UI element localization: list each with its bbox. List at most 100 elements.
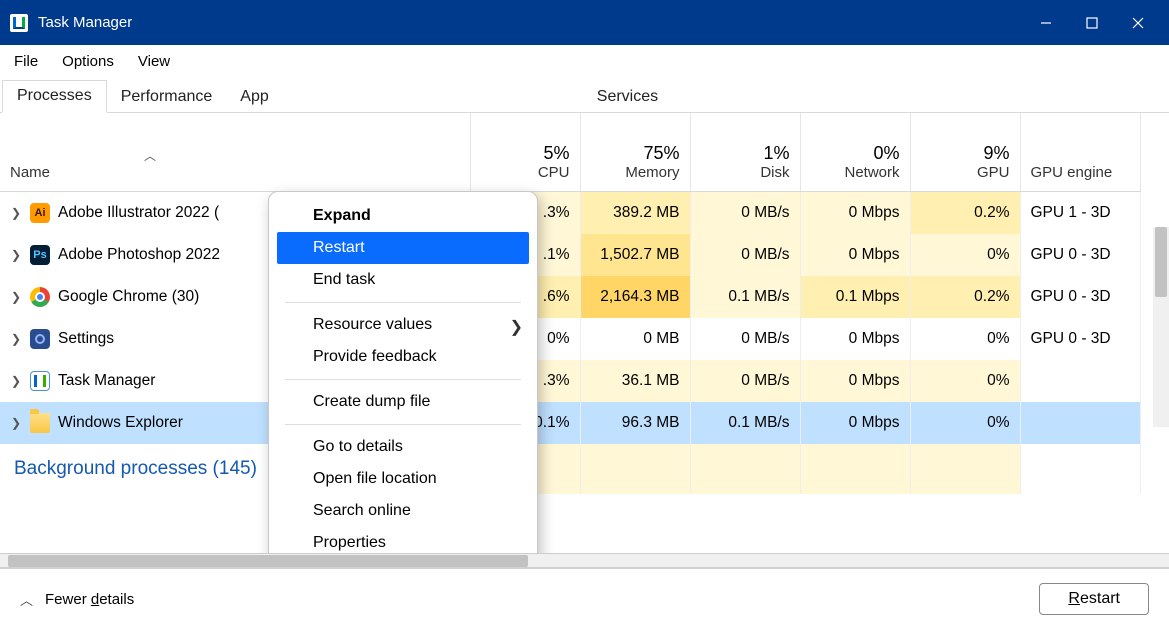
col-cpu[interactable]: 5% CPU	[470, 113, 580, 191]
ctx-open-file-location[interactable]: Open file location	[269, 463, 537, 495]
horizontal-scrollbar-thumb[interactable]	[8, 555, 528, 567]
cell-disk: 0 MB/s	[690, 191, 800, 234]
ctx-go-to-details[interactable]: Go to details	[269, 431, 537, 463]
titlebar: Task Manager	[0, 0, 1169, 45]
process-name: Windows Explorer	[58, 414, 183, 432]
minimize-button[interactable]	[1023, 0, 1069, 45]
cell-gpu: 0%	[910, 234, 1020, 276]
cell-gpu-engine: GPU 1 - 3D	[1020, 191, 1140, 234]
sort-arrow-icon: ︿	[140, 147, 160, 164]
cell-gpu: 0.2%	[910, 276, 1020, 318]
cell-gpu-engine: GPU 0 - 3D	[1020, 318, 1140, 360]
menubar: File Options View	[0, 45, 1169, 77]
cell-network: 0 Mbps	[800, 191, 910, 234]
expand-icon[interactable]: ❯	[10, 416, 22, 430]
cell-gpu-engine	[1020, 402, 1140, 444]
cell-memory: 96.3 MB	[580, 402, 690, 444]
ctx-properties[interactable]: Properties	[269, 527, 537, 553]
table-row[interactable]: ❯ Ps Adobe Photoshop 2022 .1% 1,502.7 MB…	[0, 234, 1140, 276]
col-gpu-engine[interactable]: GPU engine	[1020, 113, 1140, 191]
app-icon	[10, 14, 28, 32]
fewer-details-link[interactable]: Fewer details	[45, 591, 134, 608]
restart-button[interactable]: Restart	[1039, 583, 1149, 615]
cell-disk: 0 MB/s	[690, 234, 800, 276]
cell-gpu: 0%	[910, 318, 1020, 360]
col-memory[interactable]: 75% Memory	[580, 113, 690, 191]
tabbar: Processes Performance App Services	[0, 77, 1169, 113]
cell-network: 0 Mbps	[800, 402, 910, 444]
tab-services[interactable]: Services	[583, 82, 672, 112]
ctx-restart[interactable]: Restart	[277, 232, 529, 264]
settings-icon	[30, 329, 50, 349]
table-row[interactable]: ❯ Google Chrome (30) .6% 2,164.3 MB 0.1 …	[0, 276, 1140, 318]
cell-gpu-engine: GPU 0 - 3D	[1020, 234, 1140, 276]
table-row[interactable]: ❯ Task Manager .3% 36.1 MB 0 MB/s 0 Mbps…	[0, 360, 1140, 402]
table-row[interactable]: ❯ Windows Explorer 0.1% 96.3 MB 0.1 MB/s…	[0, 402, 1140, 444]
expand-icon[interactable]: ❯	[10, 332, 22, 346]
context-menu: Expand Restart End task Resource values …	[268, 191, 538, 553]
process-name: Google Chrome (30)	[58, 288, 199, 306]
menu-options[interactable]: Options	[52, 49, 124, 74]
cell-disk: 0.1 MB/s	[690, 276, 800, 318]
expand-icon[interactable]: ❯	[10, 248, 22, 262]
tab-processes[interactable]: Processes	[2, 80, 107, 113]
cell-memory: 36.1 MB	[580, 360, 690, 402]
cell-network: 0.1 Mbps	[800, 276, 910, 318]
cell-gpu: 0%	[910, 402, 1020, 444]
process-table-area: ︿ Name 5% CPU 75% Memory 1% Disk 0% Ne	[0, 113, 1169, 553]
table-row[interactable]: ❯ Ai Adobe Illustrator 2022 ( .3% 389.2 …	[0, 191, 1140, 234]
ctx-provide-feedback[interactable]: Provide feedback	[269, 341, 537, 373]
ctx-separator	[285, 302, 521, 303]
chevron-right-icon: ❯	[510, 317, 523, 337]
cell-memory: 1,502.7 MB	[580, 234, 690, 276]
close-button[interactable]	[1115, 0, 1161, 45]
process-name: Adobe Illustrator 2022 (	[58, 204, 219, 222]
table-row[interactable]: ❯ Settings 0% 0 MB 0 MB/s 0 Mbps 0% GPU …	[0, 318, 1140, 360]
cell-memory: 389.2 MB	[580, 191, 690, 234]
chevron-up-icon: ︿	[20, 590, 33, 609]
window-title: Task Manager	[38, 14, 132, 31]
chrome-icon	[30, 287, 50, 307]
cell-gpu-engine	[1020, 360, 1140, 402]
cell-disk: 0 MB/s	[690, 360, 800, 402]
col-network[interactable]: 0% Network	[800, 113, 910, 191]
process-name: Adobe Photoshop 2022	[58, 246, 220, 264]
cell-memory: 0 MB	[580, 318, 690, 360]
folder-icon	[30, 413, 50, 433]
process-table: ︿ Name 5% CPU 75% Memory 1% Disk 0% Ne	[0, 113, 1141, 494]
expand-icon[interactable]: ❯	[10, 206, 22, 220]
cell-disk: 0.1 MB/s	[690, 402, 800, 444]
expand-icon[interactable]: ❯	[10, 290, 22, 304]
menu-file[interactable]: File	[4, 49, 48, 74]
col-gpu[interactable]: 9% GPU	[910, 113, 1020, 191]
cell-network: 0 Mbps	[800, 234, 910, 276]
group-header-background[interactable]: Background processes (145)	[0, 444, 1140, 494]
col-disk[interactable]: 1% Disk	[690, 113, 800, 191]
ctx-create-dump[interactable]: Create dump file	[269, 386, 537, 418]
cell-gpu-engine: GPU 0 - 3D	[1020, 276, 1140, 318]
ctx-expand[interactable]: Expand	[269, 200, 537, 232]
ctx-resource-values[interactable]: Resource values ❯	[269, 309, 537, 341]
cell-memory: 2,164.3 MB	[580, 276, 690, 318]
ctx-search-online[interactable]: Search online	[269, 495, 537, 527]
process-name: Task Manager	[58, 372, 155, 390]
ps-icon: Ps	[30, 245, 50, 265]
cell-network: 0 Mbps	[800, 318, 910, 360]
cell-gpu: 0%	[910, 360, 1020, 402]
expand-icon[interactable]: ❯	[10, 374, 22, 388]
vertical-scrollbar-thumb[interactable]	[1155, 227, 1167, 297]
horizontal-scrollbar[interactable]	[0, 553, 1169, 567]
process-name: Settings	[58, 330, 114, 348]
tab-performance[interactable]: Performance	[107, 82, 227, 112]
maximize-button[interactable]	[1069, 0, 1115, 45]
col-name[interactable]: ︿ Name	[0, 113, 470, 191]
ctx-separator	[285, 424, 521, 425]
menu-view[interactable]: View	[128, 49, 180, 74]
tab-app-history[interactable]: App	[226, 82, 282, 112]
cell-gpu: 0.2%	[910, 191, 1020, 234]
ctx-separator	[285, 379, 521, 380]
footer: ︿ Fewer details Restart	[0, 567, 1169, 617]
ctx-end-task[interactable]: End task	[269, 264, 537, 296]
ai-icon: Ai	[30, 203, 50, 223]
vertical-scrollbar[interactable]	[1153, 227, 1169, 427]
